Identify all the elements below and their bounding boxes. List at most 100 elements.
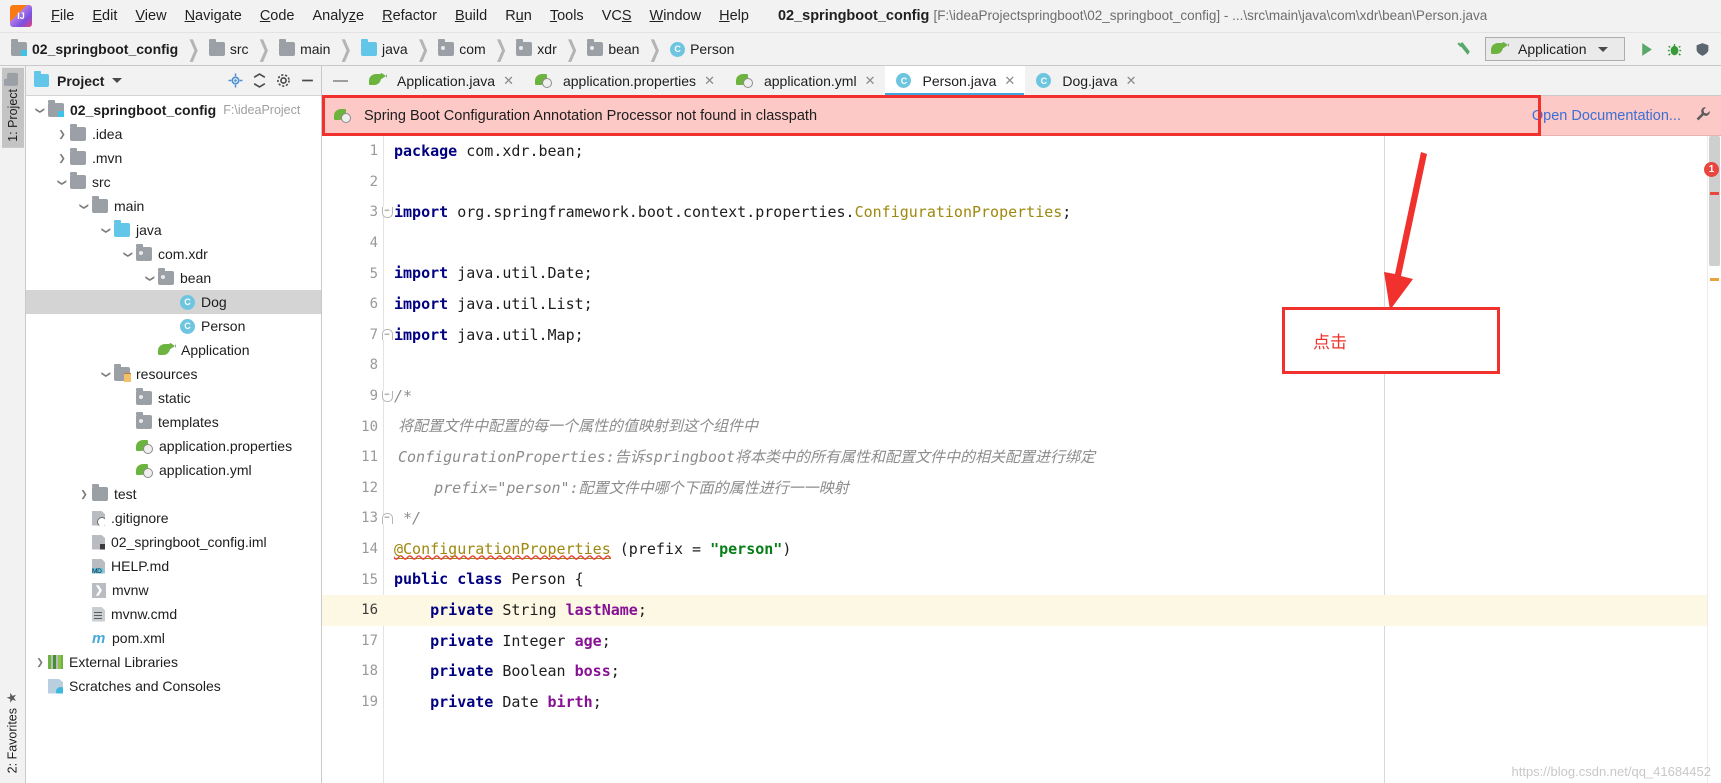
tree-node--idea[interactable]: .idea: [26, 122, 321, 146]
chevron-right-icon[interactable]: [54, 129, 70, 140]
debug-bug-icon[interactable]: [1661, 36, 1687, 62]
chevron-down-icon[interactable]: [98, 225, 114, 236]
tree-node--mvn[interactable]: .mvn: [26, 146, 321, 170]
close-icon[interactable]: ✕: [503, 73, 514, 89]
code-line[interactable]: private String lastName;: [384, 594, 1707, 626]
tree-node-person[interactable]: C Person: [26, 314, 321, 338]
menu-build[interactable]: Build: [446, 5, 496, 27]
code-line[interactable]: public class Person {: [384, 564, 1707, 595]
editor-tab-application-java[interactable]: Application.java ✕: [358, 66, 524, 95]
tool-window-tab-project[interactable]: 1: Project: [1, 68, 24, 148]
close-icon[interactable]: ✕: [1126, 73, 1137, 89]
chevron-down-icon[interactable]: [142, 273, 158, 284]
code-line[interactable]: private Integer age;: [384, 626, 1707, 657]
inspection-mark-warning[interactable]: [1710, 278, 1719, 281]
tree-node-application[interactable]: Application: [26, 338, 321, 362]
code-line[interactable]: @ConfigurationProperties (prefix = "pers…: [384, 534, 1707, 565]
editor-tab-application-properties[interactable]: application.properties ✕: [524, 66, 725, 95]
editor-tab-dog-java[interactable]: C Dog.java ✕: [1025, 66, 1146, 95]
close-icon[interactable]: ✕: [704, 73, 715, 89]
code-line[interactable]: ConfigurationProperties:告诉springboot将本类中…: [384, 442, 1707, 473]
breadcrumb-item-java[interactable]: java: [358, 39, 411, 59]
chevron-down-icon[interactable]: [76, 201, 92, 212]
tree-node-com-xdr[interactable]: com.xdr: [26, 242, 321, 266]
code-line[interactable]: [384, 228, 1707, 259]
inspection-scrollbar[interactable]: 1: [1704, 136, 1721, 783]
tree-node-application-yml[interactable]: application.yml: [26, 458, 321, 482]
breadcrumb-item-02-springboot-config[interactable]: 02_springboot_config: [8, 39, 181, 59]
code-line[interactable]: [384, 167, 1707, 198]
code-line[interactable]: import java.util.Map;: [384, 320, 1707, 351]
breadcrumb-item-person[interactable]: C Person: [667, 39, 737, 59]
menu-window[interactable]: Window: [641, 5, 711, 27]
menu-file[interactable]: File: [42, 5, 83, 27]
tree-node-mvnw[interactable]: ❯ mvnw: [26, 578, 321, 602]
project-tree[interactable]: 02_springboot_config F:\ideaProject .idea.…: [26, 96, 321, 783]
scrollbar-thumb[interactable]: [1709, 136, 1720, 266]
menu-help[interactable]: Help: [710, 5, 758, 27]
chevron-right-icon[interactable]: [54, 153, 70, 164]
tree-node-static[interactable]: static: [26, 386, 321, 410]
tree-node-src[interactable]: src: [26, 170, 321, 194]
menu-edit[interactable]: Edit: [83, 5, 126, 27]
code-line[interactable]: [384, 350, 1707, 381]
hammer-icon[interactable]: [1451, 36, 1477, 62]
code-line[interactable]: private Boolean boss;: [384, 656, 1707, 687]
tree-node-templates[interactable]: templates: [26, 410, 321, 434]
tree-node-external-libraries[interactable]: External Libraries: [26, 650, 321, 674]
breadcrumb-item-main[interactable]: main: [276, 39, 333, 59]
locate-target-icon[interactable]: [225, 71, 245, 91]
settings-gear-icon[interactable]: [273, 71, 293, 91]
tree-node-test[interactable]: test: [26, 482, 321, 506]
menu-navigate[interactable]: Navigate: [176, 5, 251, 27]
tool-window-tab-favorites[interactable]: 2: Favorites ★: [1, 683, 24, 779]
chevron-down-icon[interactable]: [32, 105, 48, 116]
menu-run[interactable]: Run: [496, 5, 541, 27]
tree-node-02-springboot-config-iml[interactable]: 02_springboot_config.iml: [26, 530, 321, 554]
run-play-icon[interactable]: [1633, 36, 1659, 62]
code-editor[interactable]: 1 2 3−4 5 6 7−8 9−10 11 12 13−14 15 16 17 18 19 packag…: [322, 136, 1721, 783]
menu-analyze[interactable]: Analyze: [304, 5, 374, 27]
editor-tab-person-java[interactable]: C Person.java ✕: [885, 66, 1026, 95]
tree-node-mvnw-cmd[interactable]: mvnw.cmd: [26, 602, 321, 626]
hide-tabs-minus-icon[interactable]: —: [322, 66, 358, 95]
open-documentation-link[interactable]: Open Documentation...: [1532, 108, 1681, 124]
tree-node-java[interactable]: java: [26, 218, 321, 242]
tree-node-scratches-and-consoles[interactable]: Scratches and Consoles: [26, 674, 321, 698]
tree-node--gitignore[interactable]: .gitignore: [26, 506, 321, 530]
breadcrumb-item-src[interactable]: src: [206, 39, 252, 59]
code-line[interactable]: import org.springframework.boot.context.…: [384, 197, 1707, 228]
chevron-down-icon[interactable]: [120, 249, 136, 260]
editor-tab-application-yml[interactable]: application.yml ✕: [725, 66, 886, 95]
code-line[interactable]: */: [384, 503, 1707, 534]
code-line[interactable]: 将配置文件中配置的每一个属性的值映射到这个组件中: [384, 411, 1707, 442]
tree-node-dog[interactable]: C Dog: [26, 290, 321, 314]
close-icon[interactable]: ✕: [1004, 73, 1015, 89]
chevron-down-icon[interactable]: [54, 177, 70, 188]
code-text[interactable]: package com.xdr.bean; import org.springf…: [384, 136, 1707, 783]
hide-minus-icon[interactable]: [297, 71, 317, 91]
breadcrumb-item-bean[interactable]: bean: [584, 39, 642, 59]
menu-refactor[interactable]: Refactor: [373, 5, 446, 27]
tree-node-resources[interactable]: resources: [26, 362, 321, 386]
tree-node-02-springboot-config[interactable]: 02_springboot_config F:\ideaProject: [26, 98, 321, 122]
tree-node-application-properties[interactable]: application.properties: [26, 434, 321, 458]
menu-code[interactable]: Code: [251, 5, 304, 27]
run-configuration-selector[interactable]: Application: [1485, 37, 1625, 61]
error-count-badge[interactable]: 1: [1704, 162, 1719, 177]
code-line[interactable]: package com.xdr.bean;: [384, 136, 1707, 167]
code-line[interactable]: private Date birth;: [384, 687, 1707, 718]
code-line[interactable]: prefix="person":配置文件中哪个下面的属性进行一一映射: [384, 473, 1707, 504]
menu-vcs[interactable]: VCS: [593, 5, 641, 27]
tree-node-bean[interactable]: bean: [26, 266, 321, 290]
breadcrumb-item-com[interactable]: com: [435, 39, 488, 59]
chevron-down-icon[interactable]: [112, 78, 123, 83]
code-line[interactable]: import java.util.List;: [384, 289, 1707, 320]
code-line[interactable]: /*: [384, 381, 1707, 412]
chevron-down-icon[interactable]: [98, 369, 114, 380]
breadcrumb-item-xdr[interactable]: xdr: [513, 39, 559, 59]
inspection-mark-error[interactable]: [1710, 192, 1719, 195]
chevron-right-icon[interactable]: [32, 657, 48, 668]
code-line[interactable]: import java.util.Date;: [384, 258, 1707, 289]
close-icon[interactable]: ✕: [865, 73, 876, 89]
